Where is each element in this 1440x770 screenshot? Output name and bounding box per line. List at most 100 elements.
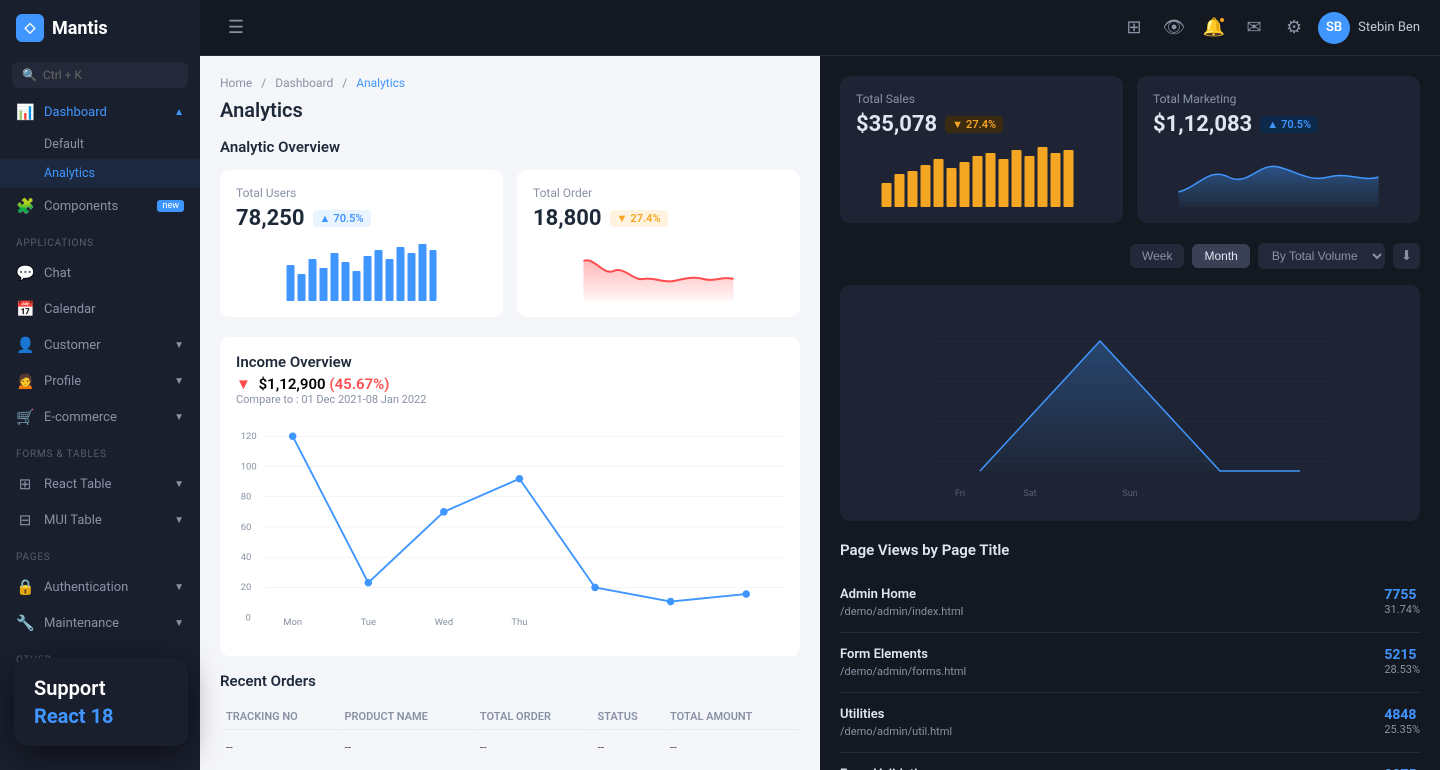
income-line-chart: 120 100 80 60 40 20 0 [236,416,784,640]
svg-text:Sun: Sun [1122,489,1137,499]
profile-icon: 🙍 [16,372,34,390]
logo-icon: ◇ [16,14,44,42]
section-analytic-overview: Analytic Overview [220,138,800,156]
mui-table-icon: ⊟ [16,511,34,529]
sidebar: ◇ Mantis 🔍 Ctrl + K 📊 Dashboard ▲ Defaul… [0,0,200,770]
user-avatar-button[interactable]: SB Stebin Ben [1318,12,1420,44]
col-tracking: TRACKING NO [222,704,338,730]
recent-orders-title: Recent Orders [220,672,800,690]
income-compare: Compare to : 01 Dec 2021-08 Jan 2022 [236,393,426,406]
svg-text:60: 60 [241,522,252,533]
customer-icon: 👤 [16,336,34,354]
support-toast[interactable]: Support React 18 [14,658,188,746]
topbar-notif-icon[interactable]: 🔔 [1198,12,1230,44]
page-views-list: Admin Home /demo/admin/index.html 7755 3… [840,573,1420,770]
sidebar-item-ecommerce[interactable]: 🛒 E-commerce ▼ [0,399,200,435]
topbar-right: ⊞ 👁 🔔 ✉ ⚙ SB Stebin Ben [1118,12,1420,44]
stat-badge-sales: ▼ 27.4% [945,116,1003,133]
download-btn[interactable]: ⬇ [1393,243,1420,269]
dark-income-chart: Fri Sat Sun [840,285,1420,521]
income-amount: ▼ $1,12,900 (45.67%) [236,375,426,393]
section-applications: Applications [0,224,200,255]
stat-badge-marketing: ▲ 70.5% [1260,116,1318,133]
breadcrumb-current: Analytics [356,76,405,90]
stat-badge-order: ▼ 27.4% [610,210,668,227]
svg-text:100: 100 [241,461,257,472]
page-view-row-3: Utilities /demo/admin/util.html 4848 25.… [840,693,1420,753]
sidebar-item-calendar[interactable]: 📅 Calendar [0,291,200,327]
stat-value-marketing: $1,12,083 ▲ 70.5% [1153,112,1404,137]
sidebar-item-dashboard[interactable]: 📊 Dashboard ▲ [0,94,200,130]
topbar-menu-icon[interactable]: ☰ [220,12,252,44]
svg-text:Wed: Wed [435,617,454,628]
section-pages: Pages [0,538,200,569]
svg-text:0: 0 [245,612,250,623]
marketing-area-chart [1153,147,1404,207]
sidebar-item-customer[interactable]: 👤 Customer ▼ [0,327,200,363]
ecommerce-arrow: ▼ [174,412,184,423]
topbar-view-icon[interactable]: 👁 [1158,12,1190,44]
income-overview-title: Income Overview ▼ $1,12,900 (45.67%) Com… [236,353,426,406]
stat-value-order: 18,800 ▼ 27.4% [533,206,784,231]
components-icon: 🧩 [16,197,34,215]
stat-value-users: 78,250 ▲ 70.5% [236,206,487,231]
auth-icon: 🔒 [16,578,34,596]
sidebar-item-chat[interactable]: 💬 Chat [0,255,200,291]
calendar-icon: 📅 [16,300,34,318]
react-table-icon: ⊞ [16,475,34,493]
page-view-row-4: Form Validation /demo/admin/validation.h… [840,753,1420,770]
mui-table-arrow: ▼ [174,515,184,526]
ecommerce-icon: 🛒 [16,408,34,426]
support-sub: React 18 [34,704,168,728]
breadcrumb: Home / Dashboard / Analytics [220,76,800,90]
maintenance-arrow: ▼ [174,618,184,629]
breadcrumb-home[interactable]: Home [220,76,252,90]
profile-arrow: ▼ [174,376,184,387]
col-total-order: TOTAL ORDER [476,704,592,730]
chat-icon: 💬 [16,264,34,282]
breadcrumb-dashboard[interactable]: Dashboard [275,76,333,90]
stat-label-sales: Total Sales [856,92,1107,106]
stat-card-total-marketing: Total Marketing $1,12,083 ▲ 70.5% [1137,76,1420,223]
logo[interactable]: ◇ Mantis [0,0,200,56]
volume-select[interactable]: By Total Volume [1258,243,1385,269]
income-controls: Week Month By Total Volume ⬇ [840,243,1420,269]
topbar: ☰ ⊞ 👁 🔔 ✉ ⚙ SB Stebin Ben [200,0,1440,56]
topbar-mail-icon[interactable]: ✉ [1238,12,1270,44]
sidebar-item-components[interactable]: 🧩 Components new [0,188,200,224]
svg-text:Fri: Fri [955,489,965,499]
sidebar-item-maintenance[interactable]: 🔧 Maintenance ▼ [0,605,200,641]
svg-text:Tue: Tue [361,617,376,628]
week-btn[interactable]: Week [1130,244,1184,268]
topbar-grid-icon[interactable]: ⊞ [1118,12,1150,44]
topbar-settings-icon[interactable]: ⚙ [1278,12,1310,44]
auth-arrow: ▼ [174,582,184,593]
stat-label-order: Total Order [533,186,784,200]
sidebar-item-react-table[interactable]: ⊞ React Table ▼ [0,466,200,502]
dark-stat-cards: Total Sales $35,078 ▼ 27.4% [840,76,1420,223]
month-btn[interactable]: Month [1192,244,1249,268]
dashboard-arrow: ▲ [174,107,184,118]
page-title: Analytics [220,98,800,122]
sidebar-subitem-default[interactable]: Default [0,130,200,159]
col-product: PRODUCT NAME [340,704,473,730]
svg-text:Thu: Thu [511,617,527,628]
income-overview-card: Income Overview ▼ $1,12,900 (45.67%) Com… [220,337,800,656]
dashboard-icon: 📊 [16,103,34,121]
sidebar-item-authentication[interactable]: 🔒 Authentication ▼ [0,569,200,605]
sidebar-subitem-analytics[interactable]: Analytics [0,159,200,188]
stat-badge-users: ▲ 70.5% [313,210,371,227]
sidebar-item-profile[interactable]: 🙍 Profile ▼ [0,363,200,399]
react-table-arrow: ▼ [174,479,184,490]
maintenance-icon: 🔧 [16,614,34,632]
table-row: -- -- -- -- -- [222,732,798,763]
search-bar[interactable]: 🔍 Ctrl + K [12,62,188,88]
order-area-chart [533,241,784,301]
col-status: STATUS [593,704,664,730]
sales-bar-chart [856,147,1107,207]
stat-card-total-sales: Total Sales $35,078 ▼ 27.4% [840,76,1123,223]
orders-table: TRACKING NO PRODUCT NAME TOTAL ORDER STA… [220,702,800,765]
svg-text:40: 40 [241,552,252,563]
sidebar-item-mui-table[interactable]: ⊟ MUI Table ▼ [0,502,200,538]
page-view-row-1: Admin Home /demo/admin/index.html 7755 3… [840,573,1420,633]
